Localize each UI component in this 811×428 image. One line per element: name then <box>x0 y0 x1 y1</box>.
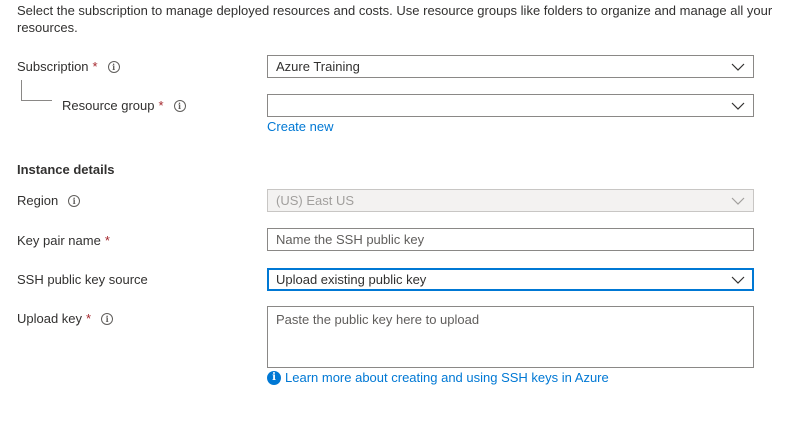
learn-more-link[interactable]: Learn more about creating and using SSH … <box>285 370 609 385</box>
region-value: (US) East US <box>276 193 355 208</box>
region-label-text: Region <box>17 193 59 208</box>
learn-more-row: i Learn more about creating and using SS… <box>267 370 609 385</box>
key-pair-name-label-text: Key pair name <box>17 233 101 248</box>
chevron-down-icon <box>731 102 745 110</box>
required-marker: * <box>158 98 164 113</box>
required-marker: * <box>92 59 98 74</box>
info-icon[interactable]: i <box>101 312 114 325</box>
intro-text: Select the subscription to manage deploy… <box>17 3 773 35</box>
upload-key-label-text: Upload key <box>17 311 83 326</box>
info-circle-icon: i <box>267 370 281 385</box>
chevron-down-icon <box>731 197 745 205</box>
info-icon[interactable]: i <box>68 194 81 207</box>
subscription-label: Subscription * i <box>17 59 120 74</box>
ssh-source-value: Upload existing public key <box>276 272 427 287</box>
resource-group-label-text: Resource group <box>62 98 155 113</box>
ssh-source-label: SSH public key source <box>17 272 148 287</box>
chevron-down-icon <box>731 276 745 284</box>
subscription-dropdown[interactable]: Azure Training <box>267 55 754 78</box>
required-marker: * <box>104 233 110 248</box>
upload-key-textarea[interactable] <box>267 306 754 368</box>
subscription-label-text: Subscription <box>17 59 89 74</box>
instance-details-heading: Instance details <box>17 162 115 177</box>
chevron-down-icon <box>731 63 745 71</box>
resource-group-dropdown[interactable] <box>267 94 754 117</box>
ssh-source-dropdown[interactable]: Upload existing public key <box>267 268 754 291</box>
required-marker: * <box>86 311 92 326</box>
region-label: Region i <box>17 193 81 208</box>
info-icon[interactable]: i <box>107 60 120 73</box>
upload-key-label: Upload key * i <box>17 311 114 326</box>
azure-create-vm-basics: Select the subscription to manage deploy… <box>0 0 811 428</box>
resource-group-label: Resource group * i <box>62 98 186 113</box>
create-new-link[interactable]: Create new <box>267 119 333 134</box>
subscription-value: Azure Training <box>276 59 360 74</box>
key-pair-name-input[interactable] <box>267 228 754 251</box>
info-icon[interactable]: i <box>173 99 186 112</box>
key-pair-name-label: Key pair name * <box>17 233 110 248</box>
tree-connector <box>21 80 52 101</box>
region-dropdown: (US) East US <box>267 189 754 212</box>
